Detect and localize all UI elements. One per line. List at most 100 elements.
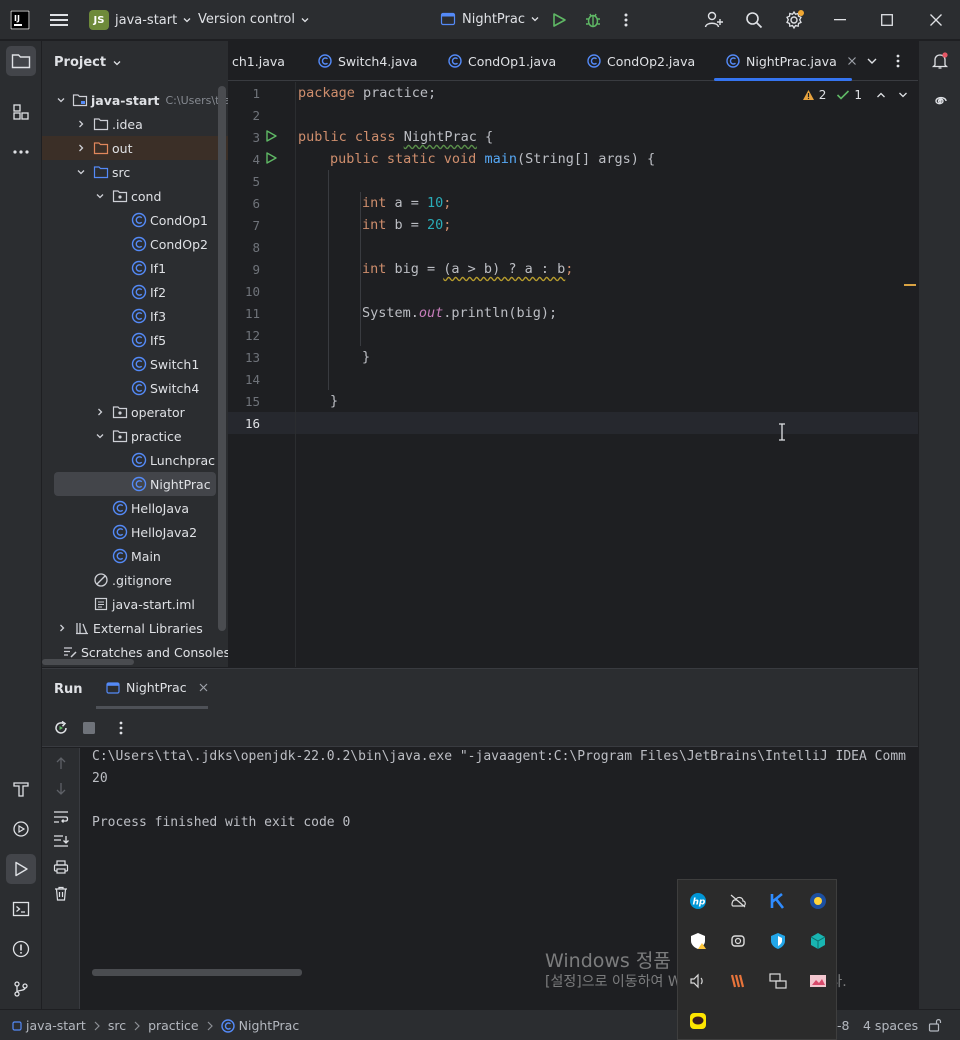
close-window-icon[interactable] (930, 14, 942, 26)
breadcrumb-item[interactable]: NightPrac (239, 1018, 300, 1033)
k-app-icon[interactable] (768, 891, 788, 911)
scroll-to-end-icon[interactable] (53, 834, 69, 848)
project-scrollbar[interactable] (218, 86, 226, 631)
terminal-tool-button[interactable] (6, 894, 36, 924)
tree-item-hellojava[interactable]: HelloJava (42, 496, 228, 520)
minimize-icon[interactable] (834, 19, 846, 21)
project-switcher[interactable]: JS java-start (89, 10, 192, 30)
tree-item-practice[interactable]: practice (42, 424, 228, 448)
breadcrumb-item[interactable]: practice (148, 1018, 199, 1033)
close-tab-icon[interactable] (847, 56, 857, 66)
chevron-right-icon[interactable] (75, 142, 87, 154)
tree-item-src[interactable]: src (42, 160, 228, 184)
arrow-up-icon[interactable] (55, 756, 67, 770)
project-tool-button[interactable] (6, 46, 36, 76)
chevron-down-icon[interactable] (75, 166, 87, 178)
tree-item-nightprac[interactable]: NightPrac (54, 472, 216, 496)
tree-item-lunchprac[interactable]: Lunchprac (42, 448, 228, 472)
run-config-selector[interactable]: NightPrac (440, 11, 540, 27)
run-gutter-icon[interactable] (265, 152, 277, 164)
project-panel-header[interactable]: Project (54, 55, 122, 70)
run-tool-button[interactable] (6, 854, 36, 884)
tree-item-if2[interactable]: If2 (42, 280, 228, 304)
stop-icon[interactable] (82, 721, 96, 735)
tab-condop2[interactable]: CondOp2.java (587, 41, 695, 81)
rerun-icon[interactable] (53, 720, 69, 736)
breadcrumb-item[interactable]: src (108, 1018, 126, 1033)
problems-tool-button[interactable] (6, 934, 36, 964)
chevron-down-icon[interactable] (94, 430, 106, 442)
tree-item-if3[interactable]: If3 (42, 304, 228, 328)
more-options-icon[interactable] (118, 721, 124, 735)
chevron-right-icon[interactable] (94, 406, 106, 418)
run-tab-nightprac[interactable]: NightPrac (96, 669, 208, 709)
tree-item-java-start-iml[interactable]: java-start.iml (42, 592, 228, 616)
maximize-icon[interactable] (881, 14, 893, 26)
tree-item-condop2[interactable]: CondOp2 (42, 232, 228, 256)
indent-widget[interactable]: 4 spaces (863, 1018, 918, 1033)
network-display-icon[interactable] (768, 971, 788, 991)
print-icon[interactable] (53, 860, 69, 874)
unlock-icon[interactable] (928, 1018, 942, 1032)
add-user-icon[interactable] (704, 10, 724, 30)
trash-icon[interactable] (54, 886, 68, 901)
shield-icon[interactable] (768, 931, 788, 951)
tab-switch4[interactable]: Switch4.java (318, 41, 417, 81)
tree-item-cond[interactable]: cond (42, 184, 228, 208)
breadcrumb-item[interactable]: java-start (26, 1018, 86, 1033)
main-menu-icon[interactable] (50, 12, 68, 28)
structure-tool-button[interactable] (6, 97, 36, 127)
tree-item-out[interactable]: out (42, 136, 228, 160)
tree-item-external-libraries[interactable]: External Libraries (42, 616, 228, 640)
kakaotalk-icon[interactable] (688, 1011, 708, 1031)
cube-app-icon[interactable] (808, 931, 828, 951)
tree-item-gitignore[interactable]: .gitignore (42, 568, 228, 592)
run-gutter-icon[interactable] (265, 130, 277, 142)
inspection-widget[interactable]: 2 1 (802, 88, 908, 102)
more-actions-icon[interactable] (622, 12, 630, 28)
tree-item-operator[interactable]: operator (42, 400, 228, 424)
update-app-icon[interactable] (808, 891, 828, 911)
tree-item-if5[interactable]: If5 (42, 328, 228, 352)
tree-item-main[interactable]: Main (42, 544, 228, 568)
vcs-widget[interactable]: Version control (198, 12, 310, 27)
hp-icon[interactable]: hp (688, 891, 708, 911)
git-tool-button[interactable] (6, 974, 36, 1004)
arrow-down-icon[interactable] (55, 782, 67, 796)
chevron-right-icon[interactable] (75, 118, 87, 130)
project-horizontal-scrollbar[interactable] (42, 659, 134, 665)
console-horizontal-scrollbar[interactable] (92, 969, 302, 976)
tree-item-java-start[interactable]: java-start C:\Users\tta (42, 88, 228, 112)
tree-item-condop1[interactable]: CondOp1 (42, 208, 228, 232)
chevron-down-icon[interactable] (94, 190, 106, 202)
debug-icon[interactable] (584, 11, 602, 29)
chevron-right-icon[interactable] (56, 622, 68, 634)
image-app-icon[interactable] (808, 971, 828, 991)
tab-list-chevron-icon[interactable] (866, 56, 878, 66)
tab-ch1[interactable]: ch1.java (232, 41, 285, 81)
search-icon[interactable] (745, 11, 763, 29)
warning-stripe-marker[interactable] (904, 284, 916, 286)
tab-nightprac[interactable]: NightPrac.java (714, 41, 856, 81)
tree-item-if1[interactable]: If1 (42, 256, 228, 280)
settings-gear-icon[interactable] (784, 10, 804, 30)
tree-item-hellojava2[interactable]: HelloJava2 (42, 520, 228, 544)
tab-options-icon[interactable] (895, 54, 901, 68)
chevron-down-icon[interactable] (56, 94, 66, 106)
chevron-down-icon[interactable] (898, 91, 908, 99)
notifications-button[interactable] (925, 46, 955, 76)
encoding-widget[interactable]: -8 (837, 1018, 849, 1033)
more-tools-button[interactable] (6, 137, 36, 167)
speaker-icon[interactable] (688, 971, 708, 991)
cloud-offline-icon[interactable] (728, 891, 748, 911)
tree-item-idea[interactable]: .idea (42, 112, 228, 136)
ai-assistant-button[interactable] (925, 86, 955, 116)
soft-wrap-icon[interactable] (53, 810, 69, 824)
camera-app-icon[interactable] (728, 931, 748, 951)
intellij-logo-icon[interactable]: IJ (10, 10, 30, 30)
tree-item-switch4[interactable]: Switch4 (42, 376, 228, 400)
run-icon[interactable] (551, 12, 567, 28)
security-warning-icon[interactable] (688, 931, 708, 951)
tab-condop1[interactable]: CondOp1.java (448, 41, 556, 81)
build-tool-button[interactable] (6, 774, 36, 804)
